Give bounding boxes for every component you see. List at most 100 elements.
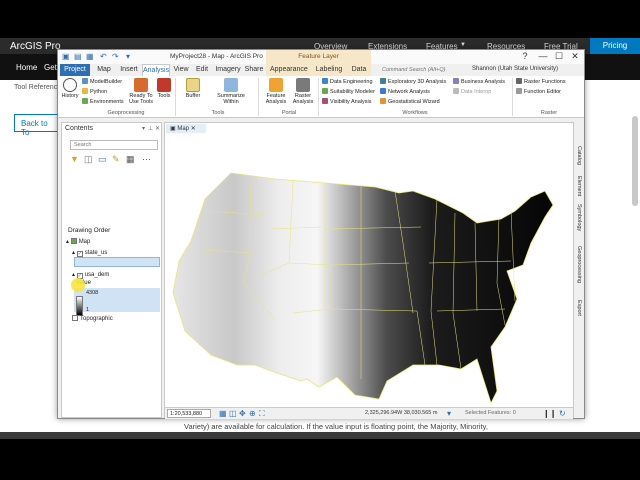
- web-subnav-get[interactable]: Get: [44, 63, 57, 72]
- fullscreen-icon[interactable]: ⛶: [259, 409, 265, 419]
- scale-selector[interactable]: 1:20,533,880: [167, 409, 211, 418]
- us-dem-map[interactable]: [165, 133, 573, 407]
- toc-topographic[interactable]: Topographic: [72, 315, 113, 322]
- raster-functions-button[interactable]: Raster Functions: [516, 78, 566, 85]
- function-editor-button[interactable]: Function Editor: [516, 88, 561, 95]
- group-label-portal: Portal: [281, 110, 297, 116]
- environments-button[interactable]: Environments: [82, 98, 124, 105]
- group-separator: [258, 78, 259, 116]
- coordinate-dropdown-icon[interactable]: ▾: [447, 409, 451, 418]
- tab-labeling[interactable]: Labeling: [314, 64, 344, 76]
- tab-appearance[interactable]: Appearance: [270, 64, 308, 76]
- zoom-icon[interactable]: ⊕: [249, 409, 256, 418]
- snap-icon[interactable]: ◫: [229, 409, 237, 418]
- tab-data[interactable]: Data: [350, 64, 368, 76]
- network-analysis-button[interactable]: Network Analysis: [380, 88, 430, 95]
- suitability-modeler-button[interactable]: Suitability Modeler: [322, 88, 375, 95]
- data-interop-button[interactable]: Data Interop: [453, 88, 491, 95]
- value-high: 4308: [86, 290, 99, 296]
- tab-project[interactable]: Project: [60, 64, 90, 76]
- open-icon[interactable]: ▤: [74, 52, 82, 61]
- bottom-bar: [0, 432, 640, 439]
- group-label-workflows: Workflows: [402, 110, 428, 116]
- modelbuilder-icon: [82, 78, 88, 84]
- map-status-bar: 1:20,533,880 ▦ ◫ ✥ ⊕ ⛶ 2,325,296.94W 38,…: [165, 407, 573, 419]
- command-search-input[interactable]: [382, 65, 484, 75]
- snapping-icon[interactable]: ▦: [126, 154, 135, 165]
- summarize-within-button[interactable]: Summarize Within: [214, 78, 248, 105]
- ready-tools-icon: [134, 78, 148, 92]
- pause-icon[interactable]: ❙❙: [543, 409, 556, 418]
- tab-map[interactable]: Map: [94, 64, 114, 76]
- ribbon: History ModelBuilder Python Environments…: [58, 76, 584, 118]
- layer-checkbox[interactable]: [72, 315, 78, 321]
- user-label[interactable]: Shannon (Utah State University): [472, 66, 558, 72]
- contents-title: Contents: [65, 125, 94, 132]
- new-project-icon[interactable]: ▣: [62, 52, 70, 61]
- tab-insert[interactable]: Insert: [118, 64, 140, 76]
- ready-tools-button[interactable]: Ready To Use Tools: [128, 78, 154, 105]
- modelbuilder-button[interactable]: ModelBuilder: [82, 78, 122, 85]
- redo-icon[interactable]: ↷: [112, 52, 119, 61]
- side-tab-catalog[interactable]: Catalog: [576, 146, 582, 165]
- grid-icon[interactable]: ▦: [219, 409, 227, 418]
- side-tab-geoprocessing[interactable]: Geoprocessing: [576, 246, 582, 283]
- cursor-highlight: [71, 278, 85, 292]
- tool-reference-link[interactable]: Tool Reference: [14, 84, 61, 91]
- features-caret-icon: ▼: [460, 42, 466, 48]
- list-by-source-icon[interactable]: ▭: [98, 154, 107, 165]
- web-scrollbar[interactable]: [632, 116, 638, 206]
- group-separator: [318, 78, 319, 116]
- customize-icon[interactable]: ▾: [126, 52, 130, 61]
- navigate-icon[interactable]: ✥: [239, 409, 246, 418]
- visibility-analysis-button[interactable]: Visibility Analysis: [322, 98, 371, 105]
- toc-state-us[interactable]: ▴ ✓ state_us: [72, 249, 107, 257]
- history-button[interactable]: History: [60, 78, 80, 99]
- tab-share[interactable]: Share: [244, 64, 264, 76]
- maximize-icon[interactable]: ☐: [552, 51, 566, 62]
- close-icon[interactable]: ✕: [568, 51, 582, 62]
- visibility-icon: [322, 98, 328, 104]
- help-icon[interactable]: ?: [518, 51, 532, 61]
- python-button[interactable]: Python: [82, 88, 107, 95]
- geostatistical-wizard-button[interactable]: Geostatistical Wizard: [380, 98, 440, 105]
- database-icon[interactable]: ◫: [84, 154, 93, 165]
- web-brand[interactable]: ArcGIS Pro: [10, 41, 61, 52]
- state-symbol-patch[interactable]: [74, 257, 160, 267]
- data-engineering-button[interactable]: Data Engineering: [322, 78, 373, 85]
- side-tab-symbology[interactable]: Symbology: [576, 204, 582, 231]
- side-tab-export[interactable]: Export: [576, 300, 582, 316]
- contents-toolbar: ▼ ◫ ▭ ✎ ▦ ⋯: [70, 154, 158, 166]
- toc-map[interactable]: ▴ Map: [66, 238, 90, 245]
- map-tab-close-icon[interactable]: ✕: [191, 126, 196, 132]
- minimize-icon[interactable]: —: [536, 51, 550, 61]
- pin-icon[interactable]: ⊥: [148, 125, 153, 132]
- pane-close-icon[interactable]: ✕: [155, 125, 160, 132]
- raster-analysis-button[interactable]: Raster Analysis: [290, 78, 316, 105]
- tools-button[interactable]: Tools: [156, 78, 172, 99]
- undo-icon[interactable]: ↶: [100, 52, 107, 61]
- web-subnav-home[interactable]: Home: [16, 63, 37, 72]
- back-button[interactable]: Back to To: [14, 114, 58, 137]
- pane-options-icon[interactable]: ▾: [142, 125, 145, 132]
- tab-analysis[interactable]: Analysis: [142, 64, 170, 76]
- contents-search-input[interactable]: [70, 140, 158, 150]
- tab-edit[interactable]: Edit: [193, 64, 211, 76]
- map-view-tab[interactable]: ▣ Map ✕: [166, 124, 206, 133]
- business-analysis-button[interactable]: Business Analysis: [453, 78, 505, 85]
- tab-imagery[interactable]: Imagery: [214, 64, 242, 76]
- map-view[interactable]: ▣ Map ✕ 1:20,533,880 ▦ ◫ ✥ ⊕ ⛶ 2,325,296…: [164, 122, 574, 419]
- feature-analysis-button[interactable]: Feature Analysis: [262, 78, 290, 105]
- more-icon[interactable]: ⋯: [142, 154, 151, 165]
- business-icon: [453, 78, 459, 84]
- save-icon[interactable]: ▦: [86, 52, 94, 61]
- refresh-icon[interactable]: ↻: [559, 409, 566, 418]
- filter-icon[interactable]: ▼: [70, 154, 79, 164]
- pricing-button[interactable]: Pricing: [590, 38, 640, 54]
- exploratory-3d-button[interactable]: Exploratory 3D Analysis: [380, 78, 446, 85]
- side-tab-element[interactable]: Element: [576, 176, 582, 196]
- tab-view[interactable]: View: [172, 64, 190, 76]
- edit-pencil-icon[interactable]: ✎: [112, 154, 120, 165]
- data-engineering-icon: [322, 78, 328, 84]
- buffer-button[interactable]: Buffer: [180, 78, 206, 99]
